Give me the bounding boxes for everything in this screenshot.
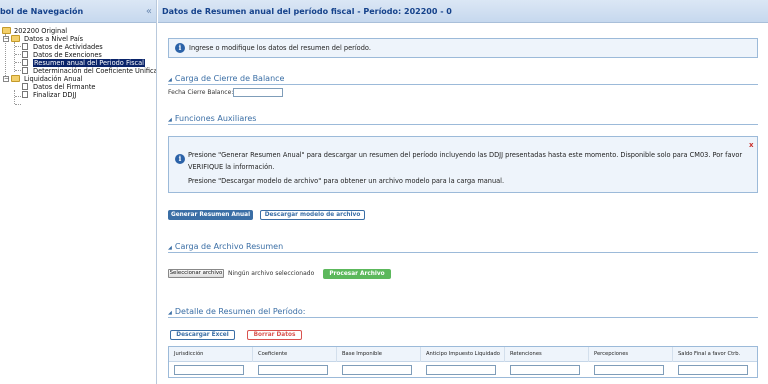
column-header: Percepciones (589, 347, 673, 362)
section-carga-archivo: ◢ Carga de Archivo Resumen (168, 241, 758, 253)
filter-saldo-final-input[interactable] (678, 365, 748, 375)
filter-base-imponible-input[interactable] (342, 365, 412, 375)
document-icon (22, 43, 28, 50)
collapse-arrow-icon[interactable]: ◢ (168, 77, 172, 83)
descargar-modelo-button[interactable]: Descargar modelo de archivo (260, 210, 365, 220)
column-header: Anticipo Impuesto Liquidado (421, 347, 505, 362)
column-header: Saldo Final a favor Ctrb. (678, 351, 741, 357)
column-header: Retenciones (505, 347, 589, 362)
collapse-arrow-icon[interactable]: ◢ (168, 310, 172, 316)
info-icon: i (175, 154, 185, 164)
fecha-cierre-input[interactable] (233, 88, 283, 97)
section-detalle-resumen: ◢ Detalle de Resumen del Período: (168, 306, 758, 318)
collapse-minus-icon[interactable]: − (3, 36, 9, 42)
folder-open-icon (11, 75, 20, 82)
procesar-archivo-button[interactable]: Procesar Archivo (323, 269, 391, 279)
filter-jurisdiccion-input[interactable] (174, 365, 244, 375)
section-funciones-auxiliares: ◢ Funciones Auxiliares (168, 113, 758, 125)
close-icon[interactable]: x (749, 141, 754, 149)
filter-percepciones-input[interactable] (594, 365, 664, 375)
folder-open-icon (2, 27, 11, 34)
navigation-tree-panel: rbol de Navegación « 202200 Original − D… (0, 0, 157, 384)
folder-open-icon (11, 35, 20, 42)
detalle-table: Jurisdicción Coeficiente Base Imponible … (168, 346, 758, 378)
document-icon (22, 83, 28, 90)
info-message-text: Ingrese o modifique los datos del resume… (189, 44, 371, 52)
filter-anticipo-input[interactable] (426, 365, 496, 375)
main-panel-header: Datos de Resumen anual del período fisca… (158, 0, 768, 23)
table-header: Jurisdicción Coeficiente Base Imponible … (169, 347, 757, 362)
fecha-cierre-label: Fecha Cierre Balance: (168, 89, 234, 96)
filter-retenciones-input[interactable] (510, 365, 580, 375)
seleccionar-archivo-button[interactable]: Seleccionar archivo (168, 269, 224, 278)
document-icon (22, 51, 28, 58)
aux-text-line-3: Presione "Descargar modelo de archivo" p… (188, 177, 505, 185)
aux-info-box: i Presione "Generar Resumen Anual" para … (168, 136, 758, 193)
info-icon: i (175, 43, 185, 53)
filter-coeficiente-input[interactable] (258, 365, 328, 375)
aux-text-line-1: Presione "Generar Resumen Anual" para de… (188, 151, 743, 159)
aux-text-line-2: VERIFIQUE la información. (188, 163, 275, 171)
column-header: Base Imponible (337, 347, 421, 362)
navigation-tree: 202200 Original − Datos a Nivel País Dat… (0, 23, 156, 143)
collapse-arrow-icon[interactable]: ◢ (168, 117, 172, 123)
generar-resumen-button[interactable]: Generar Resumen Anual (168, 210, 253, 220)
section-cierre-balance: ◢ Carga de Cierre de Balance (168, 73, 758, 85)
descargar-excel-button[interactable]: Descargar Excel (170, 330, 235, 340)
collapse-minus-icon[interactable]: − (3, 76, 9, 82)
info-message-box: i Ingrese o modifique los datos del resu… (168, 38, 758, 58)
borrar-datos-button[interactable]: Borrar Datos (247, 330, 302, 340)
page-title: Datos de Resumen anual del período fisca… (162, 7, 452, 16)
column-header: Jurisdicción (169, 347, 253, 362)
column-header: Coeficiente (253, 347, 337, 362)
document-icon (22, 59, 28, 66)
main-panel: Datos de Resumen anual del período fisca… (158, 0, 768, 384)
collapse-arrow-icon[interactable]: ◢ (168, 245, 172, 251)
tree-panel-header: rbol de Navegación « (0, 0, 156, 23)
document-icon (22, 67, 28, 74)
collapse-panel-button[interactable]: « (146, 0, 152, 23)
document-icon (22, 91, 28, 98)
file-status-text: Ningún archivo seleccionado (228, 270, 315, 277)
tree-panel-title: rbol de Navegación (0, 7, 84, 16)
